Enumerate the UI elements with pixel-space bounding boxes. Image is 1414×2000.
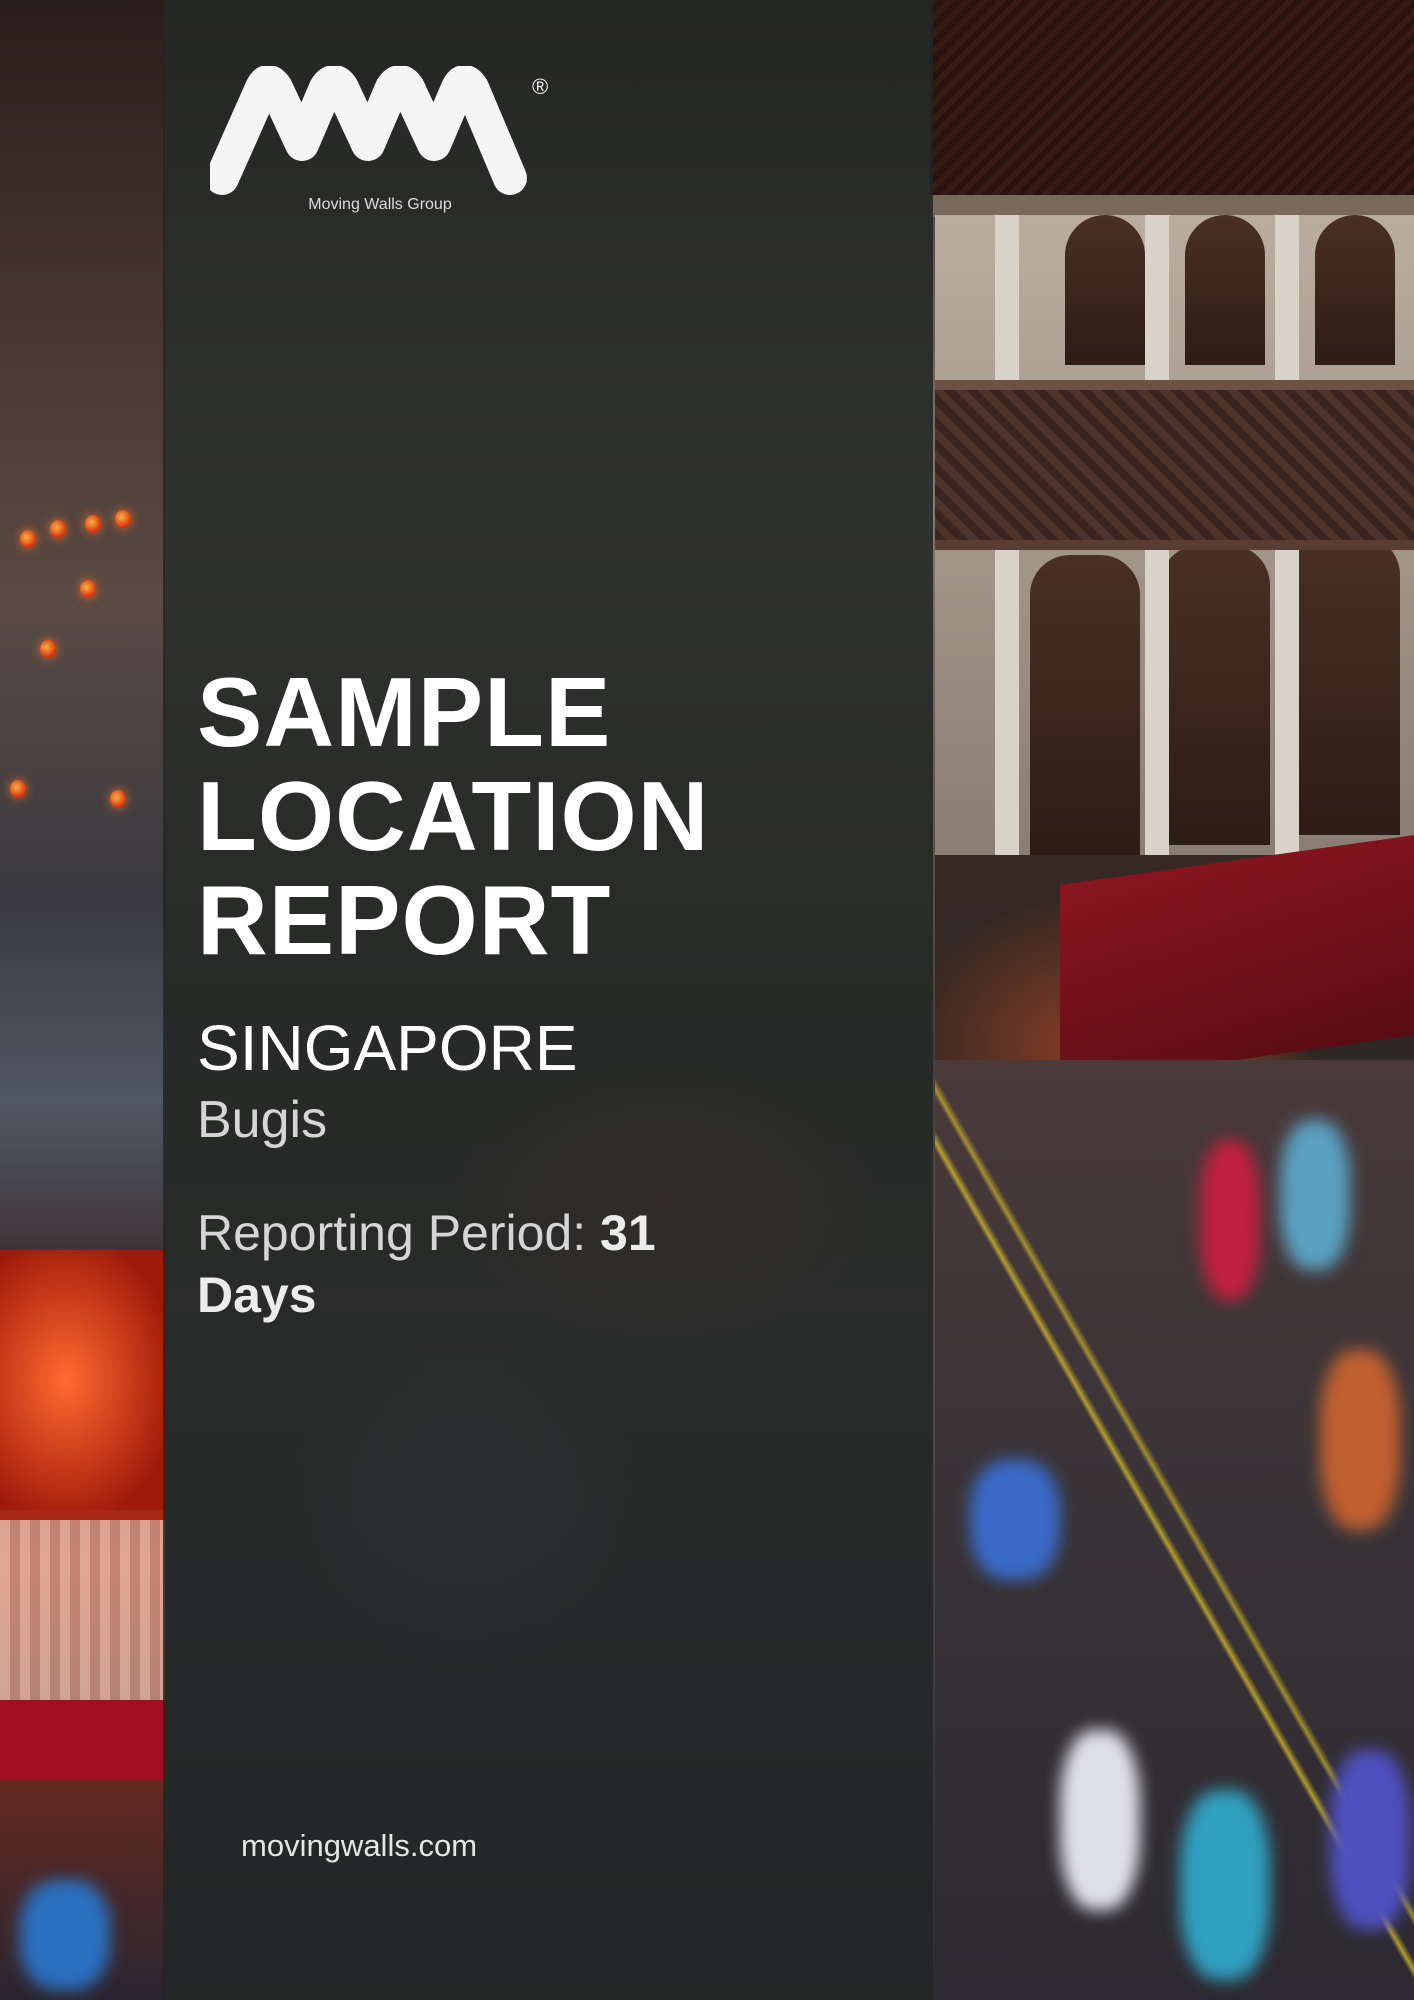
website-link[interactable]: movingwalls.com (241, 1828, 477, 1864)
cover-panel (163, 0, 933, 2000)
lantern-icon (10, 780, 26, 798)
reporting-period: Reporting Period: 31 Days (197, 1202, 757, 1326)
photo-crowd (1060, 1730, 1140, 1910)
logo-tagline: Moving Walls Group (308, 196, 452, 213)
lantern-icon (20, 530, 36, 548)
photo-roof (930, 0, 1414, 205)
photo-shutter (1065, 215, 1145, 365)
country-name: SINGAPORE (197, 1012, 578, 1084)
lantern-icon (50, 520, 66, 538)
photo-red-stall (0, 1250, 165, 1510)
photo-awning (1060, 835, 1414, 1085)
registered-mark: ® (532, 74, 548, 99)
photo-crowd (1280, 1120, 1350, 1270)
title-line-3: REPORT (197, 865, 612, 975)
lantern-icon (110, 790, 126, 808)
photo-balcony (935, 380, 1414, 550)
report-title: SAMPLE LOCATION REPORT (197, 660, 709, 972)
photo-shutter (1315, 215, 1395, 365)
photo-shutter (1185, 215, 1265, 365)
photo-crowd (1200, 1140, 1260, 1300)
title-line-2: LOCATION (197, 761, 710, 871)
lantern-icon (40, 640, 56, 658)
photo-crowd (1320, 1350, 1400, 1530)
photo-crowd (970, 1460, 1060, 1580)
lantern-icon (115, 510, 131, 528)
period-label: Reporting Period: (197, 1205, 587, 1261)
city-name: Bugis (197, 1091, 328, 1149)
photo-roof-edge (930, 195, 1414, 217)
photo-stall-sign (0, 1700, 165, 1780)
mw-logo-icon: ® (210, 66, 548, 195)
lantern-icon (80, 580, 96, 598)
photo-crowd (1180, 1790, 1270, 1980)
lantern-icon (85, 515, 101, 533)
photo-crowd (1330, 1750, 1410, 1930)
photo-shutter (1290, 535, 1400, 835)
period-unit: Days (197, 1267, 317, 1323)
photo-shutter (1030, 555, 1140, 855)
photo-shutter (1160, 545, 1270, 845)
period-value: 31 (600, 1205, 656, 1261)
photo-stall-goods (0, 1520, 165, 1720)
title-line-1: SAMPLE (197, 657, 612, 767)
photo-crowd (20, 1880, 110, 1990)
